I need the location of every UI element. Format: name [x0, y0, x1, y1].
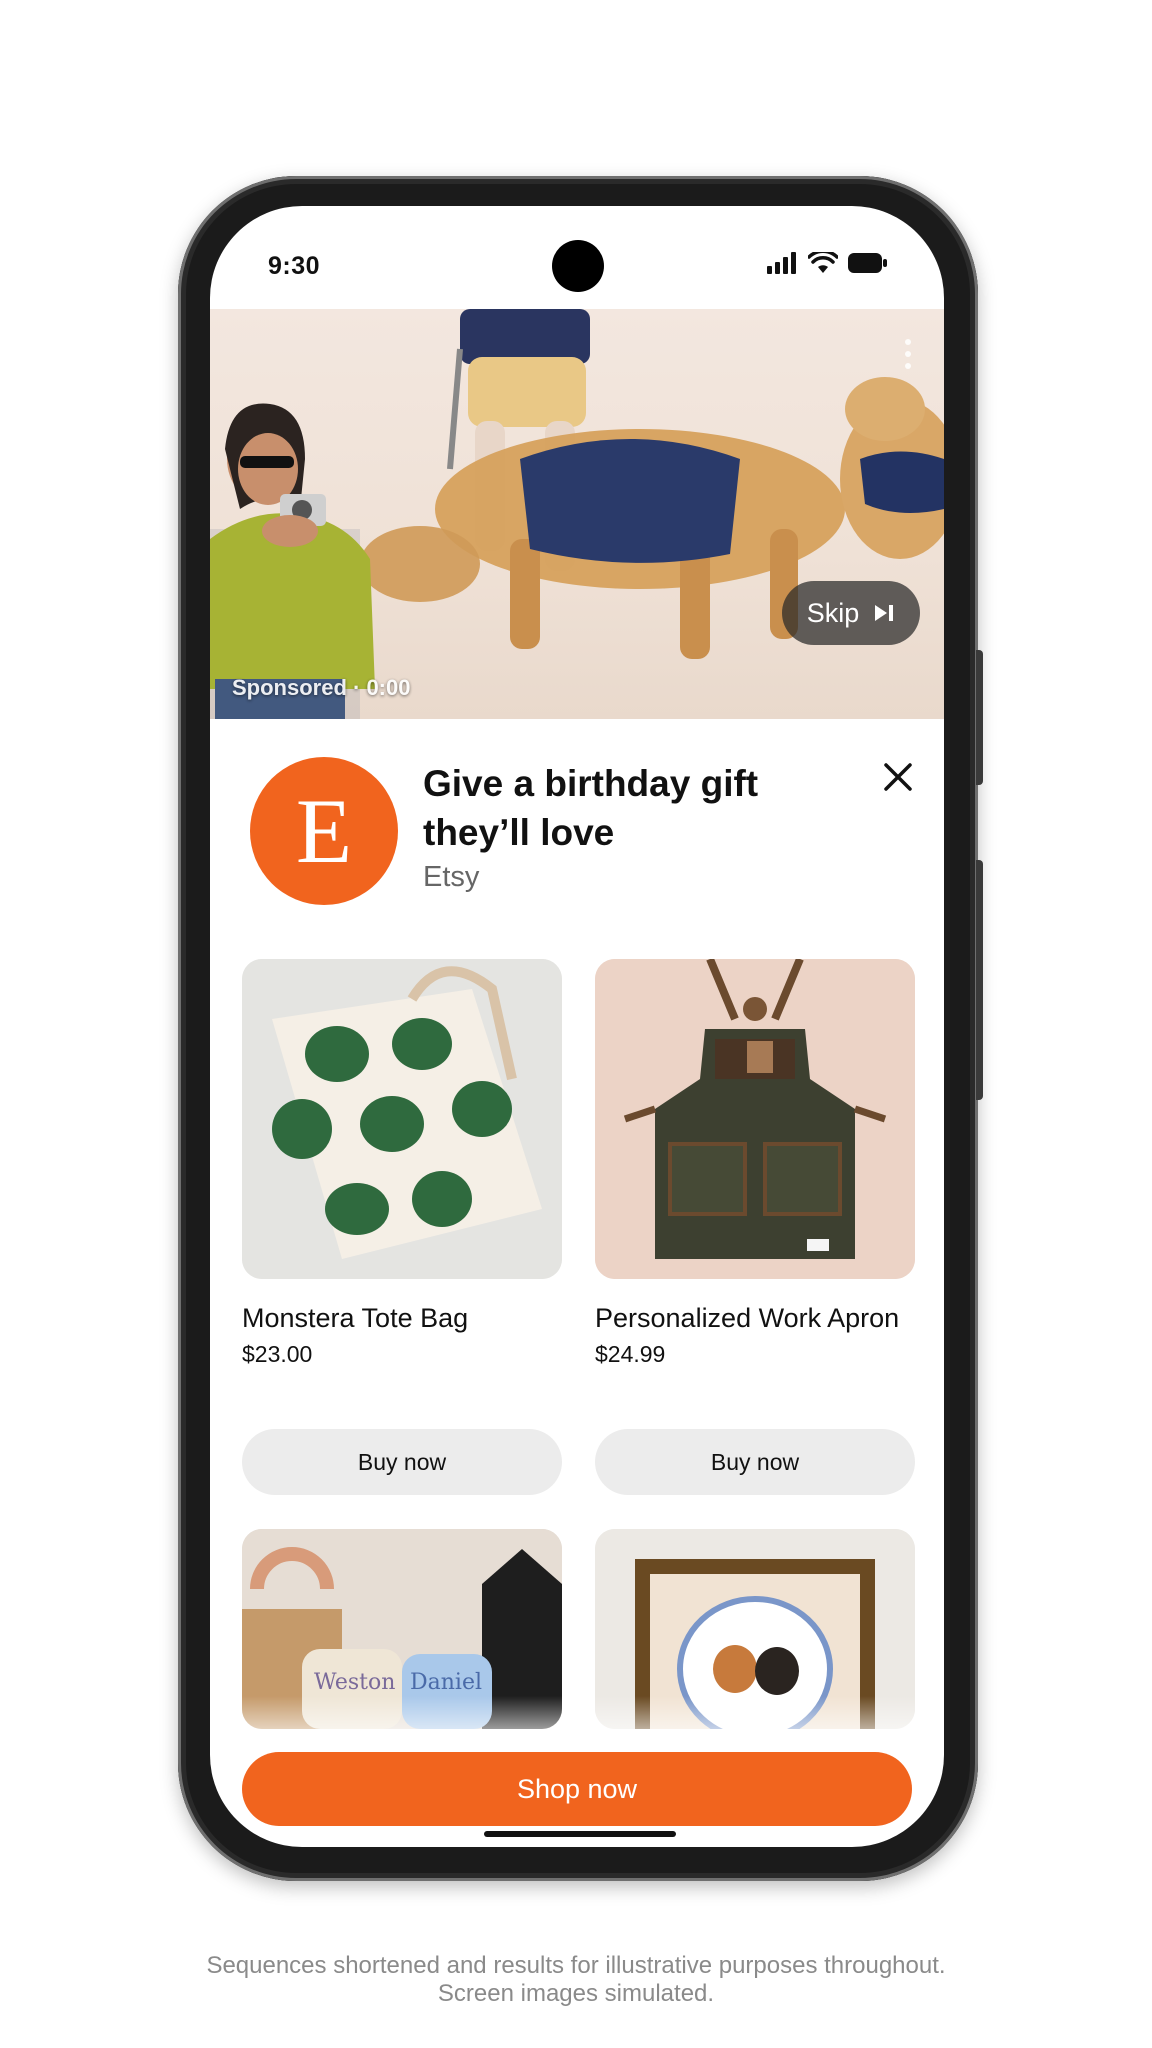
signal-icon — [767, 252, 796, 274]
battery-icon — [848, 253, 887, 273]
status-icons — [766, 252, 888, 274]
sponsored-label: Sponsored · 0:00 — [232, 675, 411, 700]
camera-notch — [552, 240, 604, 292]
tote-illustration — [242, 959, 562, 1279]
etsy-logo[interactable]: E — [250, 757, 398, 905]
product-card[interactable]: Monstera Tote Bag $23.00 — [242, 959, 562, 1368]
ad-brand[interactable]: Etsy — [423, 861, 479, 894]
shop-now-button[interactable]: Shop now — [242, 1752, 912, 1826]
close-icon[interactable] — [878, 757, 918, 797]
product-name[interactable]: Monstera Tote Bag — [242, 1299, 562, 1337]
skip-ad-button[interactable]: Skip — [782, 581, 920, 645]
video-frame-illustration — [210, 309, 944, 719]
skip-label: Skip — [806, 597, 860, 628]
embroidery-daniel: Daniel — [410, 1670, 482, 1695]
video-ad[interactable]: Skip Sponsored · 0:00 — [210, 309, 944, 719]
side-button — [976, 650, 983, 785]
product-card[interactable]: Personalized Work Apron $24.99 — [595, 959, 915, 1368]
product-price: $23.00 — [242, 1341, 313, 1367]
ad-header: E Give a birthday gift they’ll love Etsy — [210, 719, 944, 909]
scroll-fade — [210, 1696, 944, 1752]
more-vert-icon[interactable] — [905, 339, 913, 375]
disclaimer-line-2: Screen images simulated. — [437, 1980, 715, 2007]
phone-screen: 9:30 Skip Sponsored · 0:00 E Give a birt… — [210, 206, 944, 1847]
product-image-apron[interactable] — [595, 959, 915, 1279]
home-indicator[interactable] — [484, 1831, 676, 1837]
buy-now-button[interactable]: Buy now — [242, 1429, 562, 1495]
product-name[interactable]: Personalized Work Apron — [595, 1299, 915, 1337]
disclaimer: Sequences shortened and results for illu… — [0, 1952, 1152, 2008]
apron-illustration — [595, 959, 915, 1279]
ad-title: Give a birthday gift they’ll love — [423, 763, 759, 853]
side-button — [976, 860, 983, 1100]
embroidery-weston: Weston — [314, 1670, 395, 1695]
status-bar: 9:30 — [210, 206, 944, 306]
skip-next-icon — [875, 605, 894, 621]
disclaimer-line-1: Sequences shortened and results for illu… — [206, 1952, 946, 1979]
status-time: 9:30 — [268, 252, 321, 280]
product-price: $24.99 — [595, 1341, 666, 1367]
wifi-icon — [808, 252, 838, 273]
buy-now-button[interactable]: Buy now — [595, 1429, 915, 1495]
product-image-tote[interactable] — [242, 959, 562, 1279]
